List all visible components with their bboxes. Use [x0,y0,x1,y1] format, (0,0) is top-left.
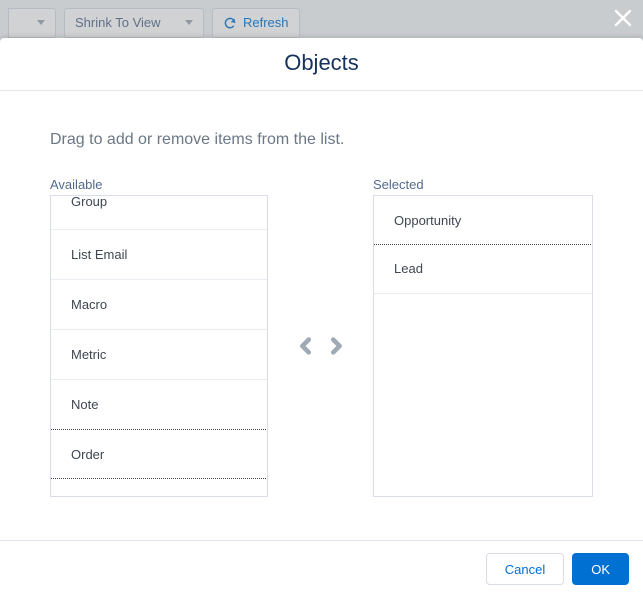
move-right-button[interactable] [325,335,347,357]
available-listbox[interactable]: Group List Email Macro Metric Note [50,195,268,497]
list-item-label: Order [71,447,104,462]
cancel-button[interactable]: Cancel [486,553,564,585]
ok-button[interactable]: OK [572,553,629,585]
selected-column: Selected Opportunity Lead [373,177,593,497]
list-item-label: Group [71,195,107,209]
list-item[interactable]: List Email [51,230,267,280]
list-item-label: Lead [394,261,423,276]
list-item-label: List Email [71,247,127,262]
move-left-button[interactable] [295,335,317,357]
instructions-text: Drag to add or remove items from the lis… [50,131,593,149]
modal-body: Drag to add or remove items from the lis… [0,91,643,540]
list-item-label: Metric [71,347,106,362]
close-button[interactable] [612,7,634,29]
list-item[interactable]: Lead [374,244,592,294]
list-item[interactable]: Metric [51,330,267,380]
transfer-arrows [268,177,373,497]
modal-title: Objects [0,50,643,76]
selected-label: Selected [373,177,593,192]
list-item[interactable]: Note [51,380,267,430]
modal-footer: Cancel OK [0,540,643,597]
selected-listbox[interactable]: Opportunity Lead [373,195,593,497]
available-label: Available [50,177,268,192]
list-item-label: Macro [71,297,107,312]
modal-header: Objects [0,38,643,91]
list-item-label: Opportunity [394,213,461,228]
list-item[interactable]: Order [50,429,268,479]
list-item[interactable]: Macro [51,280,267,330]
list-item[interactable]: Group [51,196,267,230]
available-column: Available Group List Email Macro Metric [50,177,268,497]
objects-modal: Objects Drag to add or remove items from… [0,38,643,597]
dual-listbox: Available Group List Email Macro Metric [50,177,593,497]
list-item[interactable]: Opportunity [373,195,593,245]
list-item-label: Note [71,397,98,412]
